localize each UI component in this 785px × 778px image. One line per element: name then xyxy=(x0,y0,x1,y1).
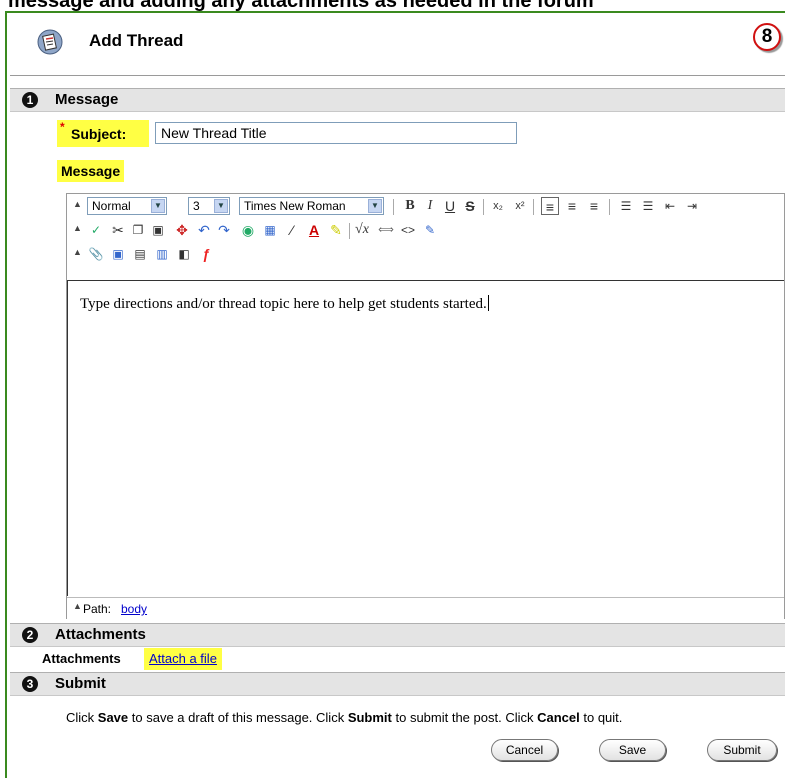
add-thread-panel: Add Thread 8 1 Message * Subject: Messag… xyxy=(5,11,785,778)
section-number: 2 xyxy=(22,627,38,643)
unordered-list-icon[interactable]: ☰ xyxy=(639,197,657,215)
highlight-icon[interactable]: ✎ xyxy=(327,221,345,239)
section-title: Attachments xyxy=(55,626,146,643)
html-toggle-icon[interactable]: ⟺ xyxy=(377,221,395,239)
page-header: Add Thread 8 xyxy=(7,13,785,71)
message-label: Message xyxy=(57,160,125,182)
cut-icon[interactable]: ✂ xyxy=(109,221,127,239)
section-number: 3 xyxy=(22,676,38,692)
underline-icon[interactable]: U xyxy=(441,197,459,215)
cancel-button[interactable]: Cancel xyxy=(491,739,558,761)
editor-toolbar: ▲ Normal ▼ 3 ▼ Times New Roman ▼ B I U S x₂… xyxy=(67,194,784,280)
undo-icon[interactable]: ↶ xyxy=(195,221,213,239)
media-icon[interactable]: ▤ xyxy=(131,245,149,263)
copy-icon[interactable]: ❐ xyxy=(129,221,147,239)
indent-icon[interactable]: ⇥ xyxy=(683,197,701,215)
attachments-label: Attachments xyxy=(42,651,121,666)
section-submit: 3 Submit xyxy=(10,672,785,696)
collapse-toolbar-icon[interactable]: ▲ xyxy=(73,199,82,209)
table-icon[interactable]: ▦ xyxy=(261,221,279,239)
toolbar-row-2: ▲ ✓ ✂ ❐ ▣ ✥ ↶ ↷ ◉ ▦ ⁄ A ✎ √x ⟺ <> ✎ xyxy=(67,219,784,243)
superscript-icon[interactable]: x² xyxy=(511,197,529,215)
chevron-down-icon: ▼ xyxy=(151,199,165,213)
mashup-icon[interactable]: ◧ xyxy=(175,245,193,263)
font-family-select[interactable]: Times New Roman ▼ xyxy=(239,197,384,215)
collapse-toolbar-icon[interactable]: ▲ xyxy=(73,247,82,257)
font-size-select[interactable]: 3 ▼ xyxy=(188,197,230,215)
subject-input[interactable] xyxy=(155,122,517,144)
preview-icon[interactable]: ✎ xyxy=(421,221,439,239)
ordered-list-icon[interactable]: ☰ xyxy=(617,197,635,215)
rich-text-editor: ▲ Normal ▼ 3 ▼ Times New Roman ▼ B I U S x₂… xyxy=(66,193,785,619)
step-badge: 8 xyxy=(753,23,781,51)
bold-icon[interactable]: B xyxy=(401,197,419,215)
submit-button[interactable]: Submit xyxy=(707,739,777,761)
chevron-down-icon: ▼ xyxy=(214,199,228,213)
page-title: Add Thread xyxy=(89,31,184,50)
horizontal-rule-icon[interactable]: ⁄ xyxy=(283,221,301,239)
required-marker: * xyxy=(60,120,65,134)
path-body-link[interactable]: body xyxy=(121,602,147,616)
toolbar-row-1: ▲ Normal ▼ 3 ▼ Times New Roman ▼ B I U S x₂… xyxy=(67,195,784,219)
collapse-toolbar-icon[interactable]: ▲ xyxy=(73,223,82,233)
header-divider xyxy=(10,75,785,76)
section-title: Submit xyxy=(55,675,106,692)
collapse-toolbar-icon[interactable]: ▲ xyxy=(73,601,82,611)
flash-icon[interactable]: ƒ xyxy=(197,245,215,263)
subscript-icon[interactable]: x₂ xyxy=(489,197,507,215)
style-select[interactable]: Normal ▼ xyxy=(87,197,167,215)
editor-content-text: Type directions and/or thread topic here… xyxy=(80,296,487,312)
align-right-icon[interactable]: ≡ xyxy=(585,197,603,215)
submit-instructions: Click Save to save a draft of this messa… xyxy=(66,710,623,725)
text-cursor xyxy=(487,295,489,311)
section-title: Message xyxy=(55,91,119,108)
italic-icon[interactable]: I xyxy=(421,197,439,215)
thread-icon xyxy=(37,29,63,55)
source-icon[interactable]: <> xyxy=(399,221,417,239)
attach-file-link[interactable]: Attach a file xyxy=(144,648,222,670)
redo-icon[interactable]: ↷ xyxy=(215,221,233,239)
save-button[interactable]: Save xyxy=(599,739,666,761)
path-label: Path: xyxy=(83,602,112,616)
text-color-icon[interactable]: A xyxy=(305,221,323,239)
section-message: 1 Message xyxy=(10,88,785,112)
anchor-icon[interactable]: ✥ xyxy=(173,221,191,239)
align-left-icon[interactable]: ≡ xyxy=(541,197,559,215)
section-attachments: 2 Attachments xyxy=(10,623,785,647)
spellcheck-icon[interactable]: ✓ xyxy=(87,221,105,239)
toolbar-row-3: ▲ 📎 ▣ ▤ ▥ ◧ ƒ xyxy=(67,243,784,267)
subject-label: * Subject: xyxy=(57,120,149,147)
align-center-icon[interactable]: ≡ xyxy=(563,197,581,215)
link-icon[interactable]: ◉ xyxy=(239,221,257,239)
chevron-down-icon: ▼ xyxy=(368,199,382,213)
editor-path-bar: ▲ Path: body xyxy=(67,597,784,619)
paste-icon[interactable]: ▣ xyxy=(149,221,167,239)
outdent-icon[interactable]: ⇤ xyxy=(661,197,679,215)
image-icon[interactable]: ▣ xyxy=(109,245,127,263)
strikethrough-icon[interactable]: S xyxy=(461,197,479,215)
equation-icon[interactable]: √x xyxy=(353,221,371,239)
section-number: 1 xyxy=(22,92,38,108)
editor-content-area[interactable]: Type directions and/or thread topic here… xyxy=(67,280,784,596)
file-icon[interactable]: ▥ xyxy=(153,245,171,263)
attach-icon[interactable]: 📎 xyxy=(87,245,105,263)
